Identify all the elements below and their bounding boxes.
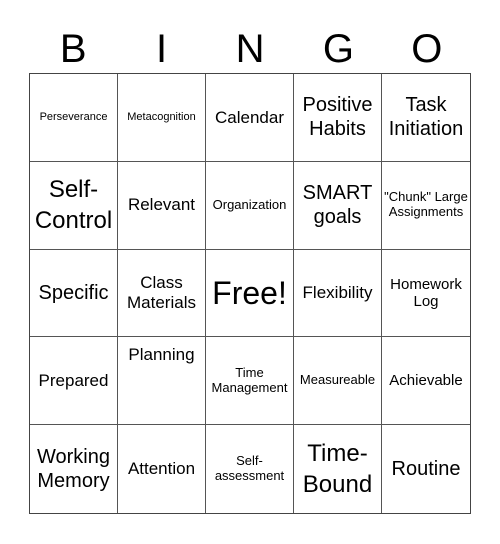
bingo-cell[interactable]: "Chunk" Large Assignments (382, 162, 470, 250)
bingo-cell[interactable]: Time Management (206, 337, 294, 426)
bingo-cell[interactable]: Specific (30, 249, 118, 338)
bingo-cell[interactable]: Perseverance (30, 74, 118, 162)
bingo-cell[interactable]: Organization (206, 161, 294, 250)
free-space-cell[interactable]: Free! (206, 249, 294, 338)
bingo-cell[interactable]: Prepared (30, 337, 118, 426)
header-letter-o: O (411, 27, 443, 71)
header-letter-g: G (322, 27, 354, 71)
header-letter-n: N (235, 27, 265, 71)
bingo-cell[interactable]: Time-Bound (294, 425, 382, 513)
bingo-cell[interactable]: Self-Control (30, 161, 118, 250)
bingo-cell[interactable]: Measureable (294, 337, 382, 426)
bingo-cell[interactable]: Positive Habits (294, 74, 382, 162)
bingo-cell[interactable]: Attention (118, 425, 206, 513)
bingo-grid: Perseverance Metacognition Calendar Posi… (29, 73, 471, 514)
bingo-cell[interactable]: Homework Log (382, 250, 470, 338)
bingo-cell[interactable]: Working Memory (30, 425, 118, 513)
bingo-cell[interactable]: Flexibility (294, 249, 382, 338)
bingo-cell[interactable]: Class Materials (118, 249, 206, 338)
bingo-cell[interactable]: Task Initiation (382, 74, 470, 162)
bingo-cell[interactable]: Calendar (206, 74, 294, 162)
header-letter-b: B (59, 27, 87, 71)
bingo-cell[interactable]: Self-assessment (206, 425, 294, 513)
bingo-cell[interactable]: Relevant (118, 161, 206, 250)
bingo-cell[interactable]: Metacognition (118, 74, 206, 162)
header-letter-i: I (156, 27, 168, 71)
bingo-cell[interactable]: SMART goals (294, 161, 382, 250)
bingo-cell[interactable]: Routine (382, 425, 470, 513)
bingo-cell[interactable]: Planning (118, 337, 206, 426)
bingo-cell[interactable]: Achievable (382, 337, 470, 426)
bingo-header: B I N G O (29, 26, 471, 72)
